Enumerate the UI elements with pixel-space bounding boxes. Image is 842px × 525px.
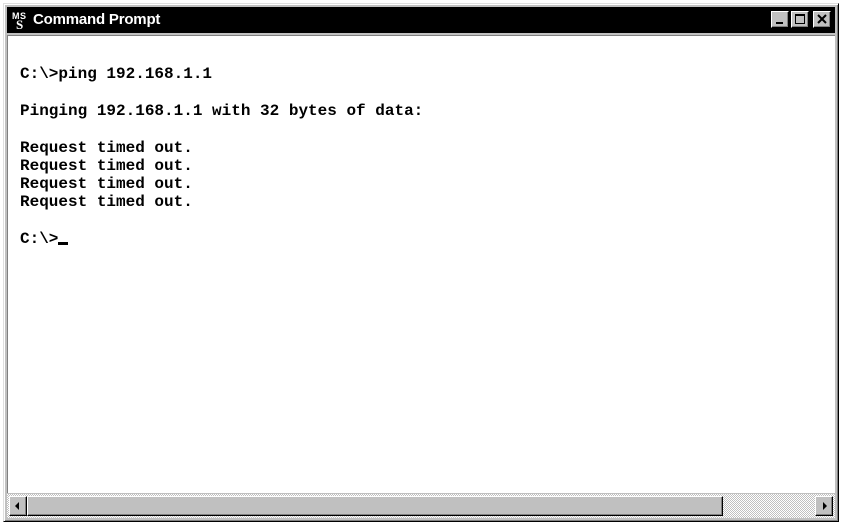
ms-dos-icon: M S S bbox=[11, 10, 29, 32]
scroll-left-button[interactable] bbox=[9, 496, 27, 516]
close-button[interactable] bbox=[813, 11, 831, 28]
console-line-pinging: Pinging 192.168.1.1 with 32 bytes of dat… bbox=[20, 102, 424, 120]
console-line-timeout-4: Request timed out. bbox=[20, 193, 193, 211]
console-output[interactable]: C:\>ping 192.168.1.1 Pinging 192.168.1.1… bbox=[7, 35, 835, 493]
command-prompt-window: M S S Command Prompt C:\>ping 192.168.1.… bbox=[3, 3, 839, 522]
horizontal-scrollbar[interactable] bbox=[7, 494, 835, 518]
title-bar[interactable]: M S S Command Prompt bbox=[7, 7, 835, 33]
minimize-button[interactable] bbox=[771, 11, 789, 28]
window-title: Command Prompt bbox=[33, 11, 161, 28]
scrollbar-thumb[interactable] bbox=[27, 496, 723, 516]
minimize-icon bbox=[776, 22, 783, 24]
console-line-command: C:\>ping 192.168.1.1 bbox=[20, 65, 213, 83]
console-line-timeout-3: Request timed out. bbox=[20, 175, 193, 193]
console-line-prompt: C:\> bbox=[20, 230, 69, 248]
console-line-timeout-2: Request timed out. bbox=[20, 157, 193, 175]
console-line-timeout-1: Request timed out. bbox=[20, 139, 193, 157]
svg-text:S: S bbox=[16, 17, 23, 30]
arrow-left-icon bbox=[15, 502, 19, 510]
close-icon bbox=[817, 14, 827, 24]
maximize-button[interactable] bbox=[791, 11, 809, 28]
maximize-icon bbox=[795, 14, 805, 24]
text-cursor bbox=[58, 242, 69, 245]
scroll-right-button[interactable] bbox=[815, 496, 833, 516]
arrow-right-icon bbox=[823, 502, 827, 510]
prompt-text: C:\> bbox=[20, 230, 59, 248]
